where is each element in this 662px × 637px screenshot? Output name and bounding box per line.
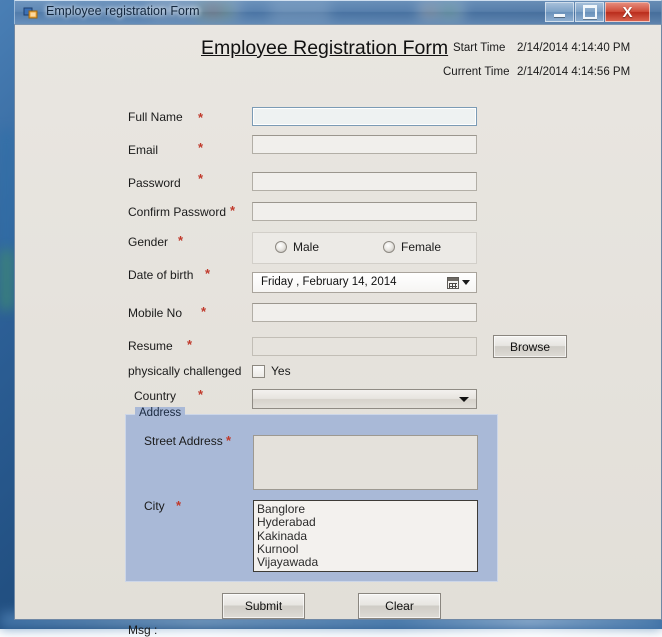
country-dropdown[interactable]	[252, 389, 477, 409]
date-of-birth-picker[interactable]: Friday , February 14, 2014	[252, 272, 477, 293]
list-item[interactable]: Banglore	[257, 503, 477, 516]
form-surface: Employee Registration Form Start Time 2/…	[15, 25, 661, 619]
radio-unselected-icon	[275, 241, 287, 253]
physically-challenged-checkbox[interactable]	[252, 365, 265, 378]
chevron-down-icon	[462, 280, 470, 285]
country-required-mark: *	[198, 388, 203, 401]
minimize-button[interactable]	[545, 2, 574, 22]
close-button[interactable]: X	[605, 2, 650, 22]
city-listbox[interactable]: Banglore Hyderabad Kakinada Kurnool Vija…	[253, 500, 478, 572]
city-required-mark: *	[176, 499, 181, 512]
gender-required-mark: *	[178, 234, 183, 247]
list-item[interactable]: Hyderabad	[257, 516, 477, 529]
resume-input[interactable]	[252, 337, 477, 356]
resume-label: Resume	[128, 339, 173, 353]
gender-options-panel: Male Female	[252, 232, 477, 264]
calendar-icon	[447, 277, 459, 289]
list-item[interactable]: Vijayawada	[257, 556, 477, 569]
close-icon: X	[606, 3, 649, 21]
page-title: Employee Registration Form	[201, 37, 448, 60]
email-label: Email	[128, 143, 158, 157]
password-label: Password	[128, 176, 181, 190]
confirm-password-input[interactable]	[252, 202, 477, 221]
gender-radio-female-label: Female	[401, 240, 441, 254]
email-input[interactable]	[252, 135, 477, 154]
message-label: Msg :	[128, 623, 157, 637]
form-app-icon	[23, 5, 39, 21]
close-glyph: X	[622, 5, 632, 20]
date-of-birth-label: Date of birth	[128, 268, 193, 282]
minimize-icon	[546, 3, 573, 21]
full-name-input[interactable]	[252, 107, 477, 126]
street-address-required-mark: *	[226, 434, 231, 447]
application-window: Employee registration Form X Employee Re…	[14, 0, 662, 620]
full-name-label: Full Name	[128, 110, 183, 124]
date-of-birth-value: Friday , February 14, 2014	[261, 276, 397, 288]
submit-button[interactable]: Submit	[222, 593, 305, 619]
current-time-value: 2/14/2014 4:14:56 PM	[517, 66, 630, 78]
password-input[interactable]	[252, 172, 477, 191]
maximize-icon	[576, 3, 603, 21]
confirm-password-label: Confirm Password	[128, 205, 226, 219]
window-title: Employee registration Form	[46, 4, 200, 18]
browse-button[interactable]: Browse	[493, 335, 567, 358]
mobile-no-label: Mobile No	[128, 306, 182, 320]
chevron-down-icon	[459, 397, 469, 402]
email-required-mark: *	[198, 141, 203, 154]
gender-radio-male[interactable]: Male	[275, 240, 319, 254]
confirm-password-required-mark: *	[230, 204, 235, 217]
gender-label: Gender	[128, 235, 168, 249]
window-title-bar[interactable]: Employee registration Form X	[14, 0, 662, 24]
city-label: City	[144, 499, 165, 513]
desktop-left-strip	[0, 130, 13, 250]
window-client-area: Employee Registration Form Start Time 2/…	[14, 24, 662, 620]
gender-radio-female[interactable]: Female	[383, 240, 441, 254]
current-time-label: Current Time	[443, 66, 509, 78]
list-item[interactable]: Kakinada	[257, 530, 477, 543]
street-address-label: Street Address	[144, 434, 223, 448]
country-label: Country	[134, 389, 176, 403]
start-time-label: Start Time	[453, 42, 505, 54]
mobile-no-required-mark: *	[201, 305, 206, 318]
street-address-input[interactable]	[253, 435, 478, 490]
desktop-left-strip	[0, 250, 13, 310]
gender-radio-male-label: Male	[293, 240, 319, 254]
mobile-no-input[interactable]	[252, 303, 477, 322]
start-time-value: 2/14/2014 4:14:40 PM	[517, 42, 630, 54]
physically-challenged-label: physically challenged	[128, 364, 241, 378]
radio-unselected-icon	[383, 241, 395, 253]
list-item[interactable]: Kurnool	[257, 543, 477, 556]
physically-challenged-checkbox-label: Yes	[271, 364, 291, 378]
date-picker-dropdown-button[interactable]	[441, 274, 475, 291]
resume-required-mark: *	[187, 338, 192, 351]
address-group-title: Address	[135, 407, 185, 419]
full-name-required-mark: *	[198, 111, 203, 124]
password-required-mark: *	[198, 172, 203, 185]
date-of-birth-required-mark: *	[205, 267, 210, 280]
address-group-box: Address Street Address * City * Banglore…	[125, 414, 498, 582]
clear-button[interactable]: Clear	[358, 593, 441, 619]
maximize-button[interactable]	[575, 2, 604, 22]
